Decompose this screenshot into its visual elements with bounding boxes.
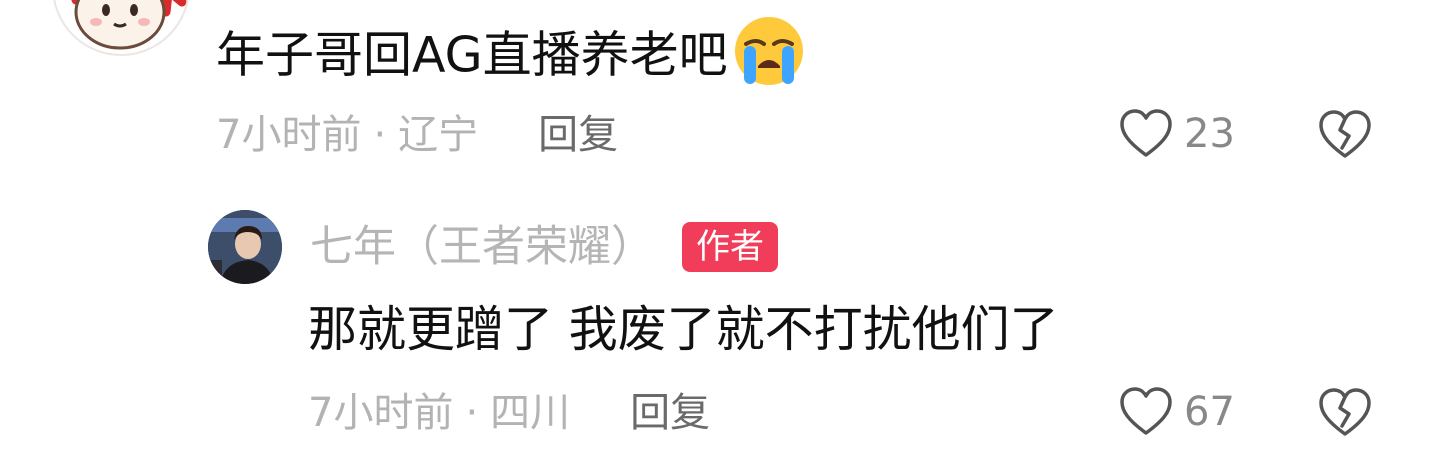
author-avatar[interactable]: [208, 210, 282, 284]
meta-separator: ·: [373, 112, 387, 158]
reply-button[interactable]: 回复: [630, 390, 710, 436]
broken-heart-icon: [1319, 388, 1371, 436]
heart-icon: [1120, 109, 1172, 157]
author-name[interactable]: 七年（王者荣耀）: [310, 220, 654, 274]
comment-body: 年子哥回AG直播养老吧: [216, 14, 806, 102]
commenter-avatar[interactable]: [52, 0, 190, 56]
meta-separator: ·: [465, 390, 479, 436]
like-button[interactable]: 67: [1118, 386, 1235, 438]
dislike-button[interactable]: [1316, 386, 1374, 444]
reply-button[interactable]: 回复: [538, 112, 618, 158]
like-count: 67: [1184, 389, 1235, 435]
cartoon-avatar-icon: [71, 0, 187, 50]
person-photo-icon: [208, 210, 282, 284]
reply-location: 四川: [490, 390, 571, 436]
comment-location: 辽宁: [398, 112, 479, 158]
like-button[interactable]: 23: [1118, 108, 1235, 160]
loudly-crying-face-icon: [732, 14, 806, 102]
reply-text: 那就更蹭了 我废了就不打扰他们了: [308, 301, 1059, 358]
reply-meta: 7小时前 · 四川 回复: [308, 388, 710, 438]
comment-thread: 年子哥回AG直播养老吧 7小时前 · 辽宁 回复 23 七年（王者荣耀） 作者 …: [0, 0, 1440, 472]
broken-heart-icon: [1319, 110, 1371, 158]
dislike-button[interactable]: [1316, 108, 1374, 166]
comment-text: 年子哥回AG直播养老吧: [216, 26, 728, 84]
comment-meta: 7小时前 · 辽宁 回复: [216, 110, 618, 160]
like-count: 23: [1184, 111, 1235, 157]
comment-time: 7小时前: [216, 112, 362, 158]
author-badge: 作者: [682, 222, 778, 272]
heart-icon: [1120, 387, 1172, 435]
reply-time: 7小时前: [308, 390, 454, 436]
